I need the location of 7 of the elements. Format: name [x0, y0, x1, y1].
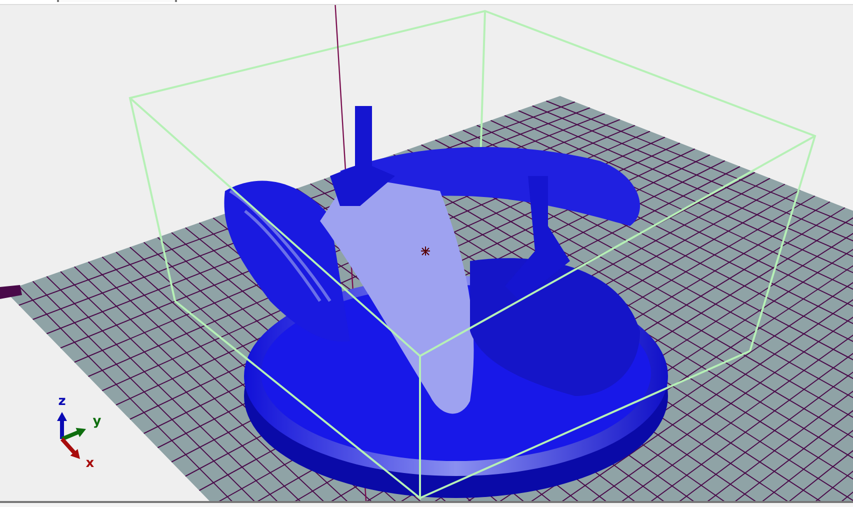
axis-label: x [86, 456, 94, 471]
axis-label: y [92, 414, 102, 429]
axis-label: z [58, 394, 66, 409]
viewport-3d[interactable]: z y x [0, 4, 853, 503]
center-marker-icon [420, 246, 430, 256]
axis-gizmo-icon [57, 412, 86, 459]
axis-end-marker [0, 285, 22, 299]
